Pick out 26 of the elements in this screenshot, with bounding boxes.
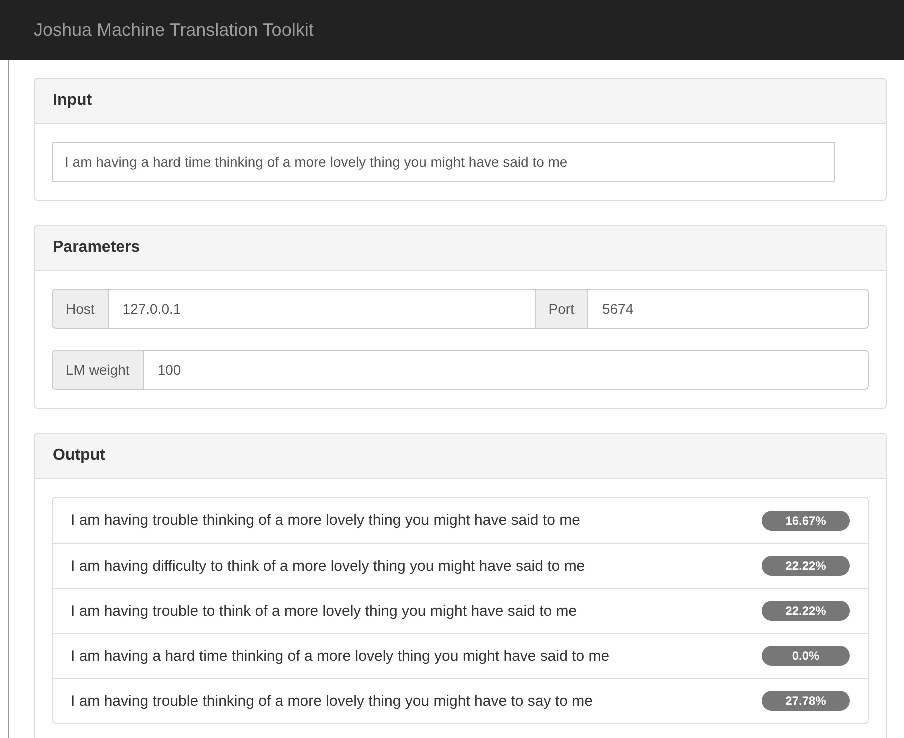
app-title: Joshua Machine Translation Toolkit <box>34 20 314 40</box>
translation-text: I am having trouble to think of a more lovely thing you might have said to me <box>71 602 578 620</box>
translation-item[interactable]: I am having trouble to think of a more lovely thing you might have said to me 22.22% <box>53 588 868 633</box>
field-label: Host <box>52 289 109 329</box>
input-field[interactable]: I am having a hard time thinking of a more lovely thing you might have said to me <box>52 142 835 182</box>
panel-title: Output <box>53 447 106 465</box>
input-field[interactable]: 5674 <box>588 289 869 329</box>
translation-text: I am having difficulty to think of a more lovely thing you might have said to me <box>71 558 586 574</box>
translation-text: I am having trouble thinking of a more lovely thing you might have said to me <box>71 512 580 529</box>
translation-item[interactable]: I am having trouble thinking of a more lovely thing you might have to say to me 27.78% <box>53 678 868 723</box>
score-badge: 22.22% <box>762 601 850 621</box>
score-badge: 0.0% <box>762 646 850 666</box>
score-badge: 16.67% <box>762 510 850 530</box>
input-field[interactable]: 100 <box>144 350 869 390</box>
input-field[interactable]: 127.0.0.1 <box>108 289 536 329</box>
score-badge: 27.78% <box>762 691 850 711</box>
translation-item[interactable]: I am having trouble thinking of a more lovely thing you might have said to me 16.67% <box>53 498 868 543</box>
translation-item[interactable]: I am having difficulty to think of a more lovely thing you might have said to me 22.22% <box>53 543 868 588</box>
field-label: LM weight <box>52 350 144 390</box>
panel-title: Parameters <box>53 239 140 257</box>
translation-text: I am having trouble thinking of a more lovely thing you might have to say to me <box>71 692 593 710</box>
field-label: Port <box>536 289 588 329</box>
panel-title: Input <box>53 92 92 110</box>
translation-text: I am having a hard time thinking of a more lovely thing you might have said to me <box>71 648 610 664</box>
translation-item[interactable]: I am having a hard time thinking of a more lovely thing you might have said to me 0.0% <box>53 633 868 678</box>
score-badge: 22.22% <box>762 556 850 576</box>
